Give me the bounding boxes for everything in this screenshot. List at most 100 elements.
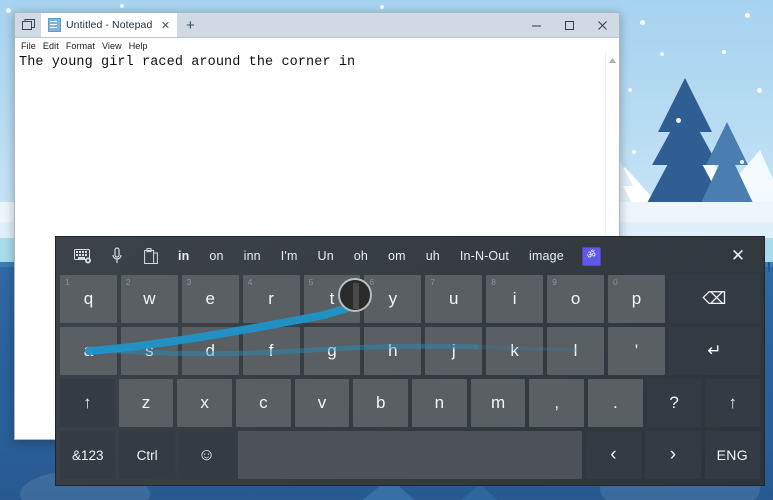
suggestion-0[interactable]: in	[168, 241, 199, 271]
close-button[interactable]	[586, 13, 619, 37]
key-label: x	[200, 393, 209, 412]
key-.[interactable]: .	[588, 379, 643, 427]
keyboard-settings-icon[interactable]	[66, 241, 100, 271]
symbols-key[interactable]: &123	[60, 431, 116, 479]
backspace-key[interactable]: ⌫	[668, 275, 760, 323]
suggestion-3[interactable]: I'm	[271, 241, 308, 271]
menu-format[interactable]: Format	[66, 41, 95, 51]
key-v[interactable]: v	[294, 379, 350, 427]
suggestion-8[interactable]: In-N-Out	[450, 241, 519, 271]
keyboard-row-2: a s d f g h j k l ' ↵	[60, 327, 760, 375]
key-number-hint: 8	[491, 277, 496, 287]
key-w[interactable]: 2w	[120, 275, 178, 323]
key-label: n	[434, 393, 445, 412]
document-icon	[48, 18, 61, 32]
key-label: ›	[669, 444, 677, 465]
key-label: j	[451, 341, 456, 360]
space-key[interactable]	[238, 431, 582, 479]
suggestion-7[interactable]: uh	[416, 241, 450, 271]
key-n[interactable]: n	[412, 379, 467, 427]
key-d[interactable]: d	[181, 327, 239, 375]
menu-help[interactable]: Help	[129, 41, 148, 51]
clipboard-icon[interactable]	[134, 241, 168, 271]
key-label: q	[83, 289, 94, 308]
notepad-titlebar[interactable]: Untitled - Notepad ✕ +	[15, 13, 619, 38]
keyboard-close-button[interactable]: ✕	[718, 240, 758, 272]
key-o[interactable]: 9o	[547, 275, 605, 323]
key-y[interactable]: 6y	[364, 275, 422, 323]
key-u[interactable]: 7u	[425, 275, 483, 323]
key-number-hint: 7	[430, 277, 436, 287]
microphone-icon[interactable]	[100, 241, 134, 271]
snowflake	[380, 5, 384, 9]
key-p[interactable]: 0p	[608, 275, 665, 323]
key-label: ↑	[83, 393, 92, 412]
key-a[interactable]: a	[60, 327, 117, 375]
suggestion-6[interactable]: om	[378, 241, 416, 271]
key-label: h	[388, 341, 398, 360]
key-g[interactable]: g	[303, 327, 361, 375]
suggestion-5[interactable]: oh	[344, 241, 378, 271]
key-,[interactable]: ,	[529, 379, 585, 427]
key-label: ↑	[728, 393, 737, 412]
cursor-left-key[interactable]: ‹	[585, 431, 642, 479]
key-label: &123	[71, 447, 104, 463]
window-controls	[520, 13, 619, 37]
key-c[interactable]: c	[236, 379, 291, 427]
key-z[interactable]: z	[118, 379, 174, 427]
key-'[interactable]: '	[608, 327, 665, 375]
suggestion-1[interactable]: on	[199, 241, 233, 271]
tab-close-icon[interactable]: ✕	[157, 17, 173, 33]
snowflake	[628, 88, 632, 92]
new-tab-button[interactable]: +	[177, 13, 203, 37]
key-label: c	[259, 393, 268, 412]
enter-key[interactable]: ↵	[668, 327, 760, 375]
maximize-button[interactable]	[553, 13, 586, 37]
key-i[interactable]: 8i	[486, 275, 544, 323]
key-x[interactable]: x	[177, 379, 233, 427]
key-h[interactable]: h	[364, 327, 422, 375]
touch-keyboard[interactable]: in on inn I'm Un oh om uh In-N-Out image…	[55, 236, 765, 486]
ctrl-key[interactable]: Ctrl	[119, 431, 175, 479]
snowflake	[676, 118, 681, 123]
key-?[interactable]: ?	[646, 379, 702, 427]
key-label: a	[83, 341, 94, 360]
key-e[interactable]: 3e	[181, 275, 239, 323]
menu-view[interactable]: View	[102, 41, 122, 51]
suggestion-9[interactable]: image	[519, 241, 574, 271]
language-key[interactable]: ENG	[704, 431, 760, 479]
key-f[interactable]: f	[242, 327, 300, 375]
snowflake	[640, 20, 645, 25]
key-l[interactable]: l	[547, 327, 605, 375]
scroll-up-icon[interactable]	[606, 54, 619, 66]
key-b[interactable]: b	[353, 379, 409, 427]
snowflake	[6, 8, 11, 13]
document-text: The young girl raced around the corner i…	[19, 55, 356, 70]
key-k[interactable]: k	[486, 327, 544, 375]
key-label: r	[268, 289, 274, 308]
key-q[interactable]: 1q	[60, 275, 117, 323]
snowflake	[660, 52, 664, 56]
suggestion-4[interactable]: Un	[308, 241, 344, 271]
menu-edit[interactable]: Edit	[43, 41, 59, 51]
key-s[interactable]: s	[120, 327, 178, 375]
shift-right-key[interactable]: ↑	[705, 379, 761, 427]
key-m[interactable]: m	[470, 379, 526, 427]
key-number-hint: 0	[613, 277, 618, 287]
emoji-suggestion-badge[interactable]: ॐ	[581, 246, 601, 266]
key-r[interactable]: 4r	[242, 275, 300, 323]
keyboard-row-1: 1 q 2 w 3 e 4 r 5 t 6 y 7 u 8 i 9 o 0 p ⌫	[60, 275, 760, 323]
suggestion-2[interactable]: inn	[234, 241, 271, 271]
menu-file[interactable]: File	[21, 41, 36, 51]
key-j[interactable]: j	[425, 327, 483, 375]
key-label: b	[375, 393, 386, 412]
key-label: ENG	[716, 447, 748, 463]
window-restore-icon[interactable]	[15, 13, 41, 37]
keyboard-row-3: ↑ z x c v b n m,.? ↑	[60, 379, 761, 427]
cursor-right-key[interactable]: ›	[645, 431, 701, 479]
emoji-key[interactable]: ☺	[178, 431, 235, 479]
snowflake	[745, 13, 750, 18]
shift-left-key[interactable]: ↑	[60, 379, 115, 427]
notepad-tab[interactable]: Untitled - Notepad ✕	[41, 13, 178, 37]
minimize-button[interactable]	[520, 13, 553, 37]
